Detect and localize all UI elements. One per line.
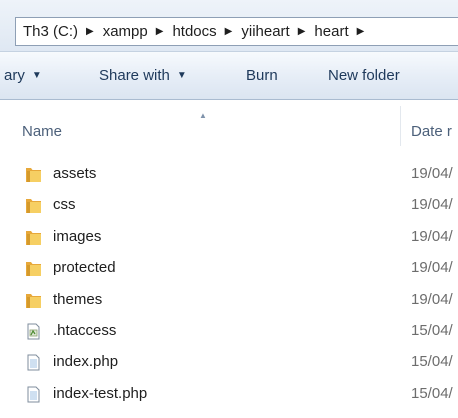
file-date-modified: 15/04/ — [411, 353, 453, 371]
file-list: assets 19/04/ css 19/04/ images 19/04/ p… — [0, 158, 458, 409]
list-item[interactable]: index-test.php 15/04/ — [0, 378, 458, 409]
share-with-label: Share with — [99, 67, 170, 84]
chevron-down-icon: ▼ — [176, 70, 187, 81]
breadcrumb-item-drive[interactable]: Th3 (C:) ▶ — [23, 23, 103, 40]
list-item[interactable]: css 19/04/ — [0, 189, 458, 220]
list-item[interactable]: index.php 15/04/ — [0, 346, 458, 377]
file-date-modified: 15/04/ — [411, 384, 453, 402]
folder-icon — [25, 197, 42, 214]
new-folder-label: New folder — [328, 67, 400, 84]
list-item[interactable]: images 19/04/ — [0, 221, 458, 252]
column-header-date-modified[interactable]: Date r — [411, 123, 452, 140]
file-icon — [25, 354, 42, 371]
config-file-icon — [25, 323, 42, 340]
breadcrumb-label: htdocs — [172, 23, 217, 40]
file-icon — [25, 386, 42, 403]
file-name: assets — [53, 165, 97, 182]
burn-label: Burn — [246, 67, 278, 84]
breadcrumb-arrow-icon[interactable]: ▶ — [86, 26, 94, 37]
address-bar: Th3 (C:) ▶ xampp ▶ htdocs ▶ yiiheart ▶ h… — [0, 0, 458, 51]
file-date-modified: 15/04/ — [411, 321, 453, 339]
file-name: images — [53, 227, 102, 245]
file-date-modified: 19/04/ — [411, 259, 453, 277]
breadcrumb-label: heart — [314, 23, 349, 40]
include-in-library-label: ary — [4, 67, 25, 84]
breadcrumb-arrow-icon[interactable]: ▶ — [298, 26, 306, 37]
file-name: css — [53, 196, 76, 214]
breadcrumb-arrow-icon[interactable]: ▶ — [225, 26, 233, 37]
list-item[interactable]: .htaccess 15/04/ — [0, 315, 458, 346]
file-date-modified: 19/04/ — [411, 196, 453, 214]
file-name: index.php — [53, 353, 119, 371]
breadcrumb-label: yiiheart — [241, 23, 290, 40]
file-name: index-test.php — [53, 384, 148, 402]
column-divider[interactable] — [400, 106, 401, 146]
new-folder-button[interactable]: New folder — [328, 52, 400, 99]
breadcrumb-item-yiiheart[interactable]: yiiheart ▶ — [241, 23, 314, 40]
file-date-modified: 19/04/ — [411, 165, 453, 182]
list-item[interactable]: themes 19/04/ — [0, 284, 458, 315]
sort-ascending-icon: ▲ — [199, 111, 207, 120]
include-in-library-button[interactable]: ary ▼ — [4, 52, 42, 99]
file-name: themes — [53, 290, 103, 308]
file-name: protected — [53, 259, 116, 277]
breadcrumb[interactable]: Th3 (C:) ▶ xampp ▶ htdocs ▶ yiiheart ▶ h… — [15, 17, 458, 46]
breadcrumb-item-htdocs[interactable]: htdocs ▶ — [172, 23, 241, 40]
file-name: .htaccess — [53, 321, 117, 339]
breadcrumb-item-xampp[interactable]: xampp ▶ — [103, 23, 173, 40]
list-item[interactable]: protected 19/04/ — [0, 252, 458, 283]
command-toolbar: ary ▼ Share with ▼ Burn New folder — [0, 51, 458, 100]
breadcrumb-item-heart[interactable]: heart ▶ — [314, 23, 373, 40]
chevron-down-icon: ▼ — [31, 70, 42, 81]
share-with-button[interactable]: Share with ▼ — [99, 52, 187, 99]
folder-icon — [25, 229, 42, 246]
list-item[interactable]: assets 19/04/ — [0, 158, 458, 189]
breadcrumb-arrow-icon[interactable]: ▶ — [357, 26, 365, 37]
file-date-modified: 19/04/ — [411, 290, 453, 308]
column-header-name[interactable]: Name — [22, 123, 62, 140]
breadcrumb-label: Th3 (C:) — [23, 23, 79, 40]
folder-icon — [25, 166, 42, 183]
burn-button[interactable]: Burn — [246, 52, 278, 99]
folder-icon — [25, 292, 42, 309]
file-date-modified: 19/04/ — [411, 227, 453, 245]
column-header: ▲ Name Date r — [0, 100, 458, 146]
folder-icon — [25, 260, 42, 277]
breadcrumb-arrow-icon[interactable]: ▶ — [156, 26, 164, 37]
breadcrumb-label: xampp — [102, 23, 148, 40]
